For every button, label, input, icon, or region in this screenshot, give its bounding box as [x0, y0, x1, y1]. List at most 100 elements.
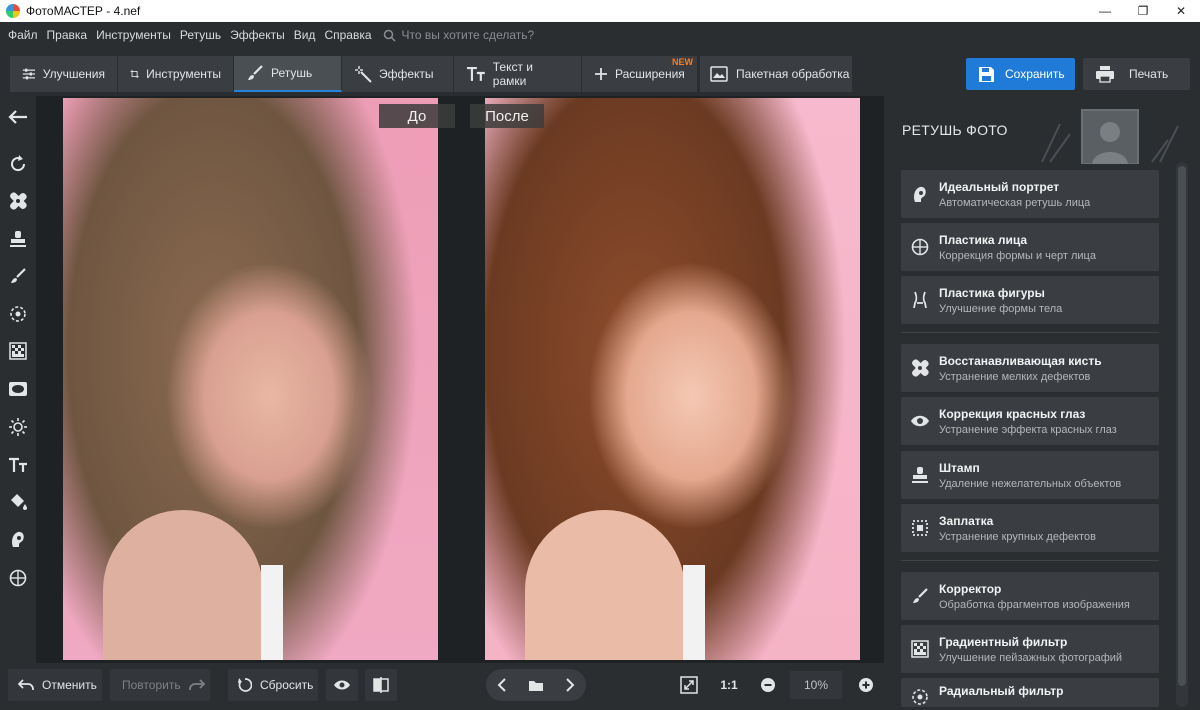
- stamp-icon: [907, 462, 933, 488]
- panel-decoration-icon: [1041, 109, 1179, 164]
- gradient-icon: [907, 636, 933, 662]
- maximize-button[interactable]: ❐: [1124, 0, 1162, 22]
- rotate-icon[interactable]: [6, 152, 30, 176]
- tool-name: Пластика лица: [939, 232, 1028, 247]
- reset-button[interactable]: Сбросить: [228, 669, 318, 701]
- chevron-right-icon[interactable]: [565, 678, 575, 692]
- healing-bandage-icon[interactable]: [6, 189, 30, 213]
- chevron-left-icon[interactable]: [497, 678, 507, 692]
- menu-retouch[interactable]: Ретушь: [180, 28, 221, 42]
- search-placeholder: Что вы хотите сделать?: [401, 28, 535, 42]
- redo-icon: [188, 679, 205, 690]
- fit-screen-icon: [680, 676, 698, 694]
- strap-shape: [261, 565, 283, 660]
- reset-label: Сбросить: [260, 678, 314, 692]
- vignette-icon[interactable]: [6, 377, 30, 401]
- tool-figure-plastic[interactable]: Пластика фигуры Улучшение формы тела: [901, 276, 1159, 324]
- new-badge: NEW: [672, 57, 693, 67]
- paint-bucket-icon[interactable]: [6, 490, 30, 514]
- tab-tools[interactable]: Инструменты: [118, 56, 234, 92]
- redo-label: Повторить: [122, 678, 181, 692]
- stamp-icon[interactable]: [6, 227, 30, 251]
- print-button[interactable]: Печать: [1083, 58, 1190, 90]
- photo-canvas[interactable]: До После: [36, 96, 884, 663]
- save-button[interactable]: Сохранить: [966, 58, 1075, 90]
- crop-icon: [130, 69, 139, 79]
- tab-extensions[interactable]: Расширения NEW: [582, 56, 698, 92]
- menu-effects[interactable]: Эффекты: [230, 28, 285, 42]
- brush-icon: [248, 65, 263, 80]
- tab-retouch[interactable]: Ретушь: [234, 56, 342, 92]
- undo-button[interactable]: Отменить: [8, 669, 102, 701]
- menu-help[interactable]: Справка: [324, 28, 371, 42]
- tool-desc: Коррекция формы и черт лица: [939, 249, 1096, 262]
- shoulder-shape: [525, 510, 685, 660]
- tool-desc: Устранение эффекта красных глаз: [939, 423, 1117, 436]
- zoom-out-button[interactable]: [758, 669, 778, 701]
- left-tool-strip: [0, 98, 36, 663]
- brush-icon[interactable]: [6, 264, 30, 288]
- zoom-value-field[interactable]: 10%: [790, 671, 842, 699]
- folder-icon[interactable]: [528, 679, 544, 692]
- menu-view[interactable]: Вид: [294, 28, 316, 42]
- panel-scrollbar[interactable]: [1176, 162, 1188, 707]
- actual-size-button[interactable]: 1:1: [716, 669, 742, 701]
- tool-desc: Удаление нежелательных объектов: [939, 477, 1122, 490]
- tab-label: Эффекты: [379, 67, 434, 81]
- sun-icon[interactable]: [6, 415, 30, 439]
- eye-icon: [907, 408, 933, 434]
- gradient-filter-icon[interactable]: [6, 339, 30, 363]
- scrollbar-thumb[interactable]: [1178, 166, 1186, 686]
- tool-face-plastic[interactable]: Пластика лица Коррекция формы и черт лица: [901, 223, 1159, 271]
- tool-red-eye[interactable]: Коррекция красных глаз Устранение эффекта…: [901, 397, 1159, 445]
- tool-desc: Обработка фрагментов изображения: [939, 598, 1130, 611]
- tool-patch[interactable]: Заплатка Устранение крупных дефектов: [901, 504, 1159, 552]
- tool-name: Заплатка: [939, 513, 994, 528]
- tool-name: Восстанавливающая кисть: [939, 353, 1102, 368]
- tab-label: Расширения: [615, 67, 685, 81]
- eye-icon: [334, 680, 350, 690]
- preview-toggle-button[interactable]: [326, 669, 358, 701]
- text-icon[interactable]: [6, 453, 30, 477]
- tool-name: Идеальный портрет: [939, 179, 1060, 194]
- tool-name: Корректор: [939, 581, 1002, 596]
- batch-processing-button[interactable]: Пакетная обработка: [700, 56, 852, 92]
- after-label: После: [470, 104, 544, 128]
- menu-search-field[interactable]: Что вы хотите сделать?: [383, 28, 535, 42]
- sliders-icon: [22, 68, 36, 80]
- compare-toggle-button[interactable]: [365, 669, 397, 701]
- portrait-icon[interactable]: [6, 527, 30, 551]
- patch-icon: [907, 515, 933, 541]
- menu-tools[interactable]: Инструменты: [96, 28, 171, 42]
- tab-text-frames[interactable]: Текст и рамки: [454, 56, 582, 92]
- tool-desc: Автоматическая ретушь лица: [939, 196, 1091, 209]
- tool-name: Коррекция красных глаз: [939, 406, 1086, 421]
- minimize-button[interactable]: —: [1086, 0, 1124, 22]
- tool-stamp[interactable]: Штамп Удаление нежелательных объектов: [901, 451, 1159, 499]
- tab-enhancements[interactable]: Улучшения: [10, 56, 118, 92]
- tool-gradient-filter[interactable]: Градиентный фильтр Улучшение пейзажных фо…: [901, 625, 1159, 673]
- tab-label: Ретушь: [271, 66, 313, 80]
- window-controls: — ❐ ✕: [1086, 0, 1200, 22]
- menu-edit[interactable]: Правка: [47, 28, 88, 42]
- close-button[interactable]: ✕: [1162, 0, 1200, 22]
- redo-button[interactable]: Повторить: [110, 669, 210, 701]
- minus-circle-icon: [761, 678, 775, 692]
- tab-effects[interactable]: Эффекты: [342, 56, 454, 92]
- brush-icon: [907, 583, 933, 609]
- tool-perfect-portrait[interactable]: Идеальный портрет Автоматическая ретушь л…: [901, 170, 1159, 218]
- back-arrow-icon[interactable]: [6, 105, 30, 129]
- batch-label: Пакетная обработка: [736, 67, 850, 81]
- bandage-icon: [907, 355, 933, 381]
- face-target-icon[interactable]: [6, 566, 30, 590]
- tool-radial-filter[interactable]: Радиальный фильтр: [901, 678, 1159, 707]
- tool-healing-brush[interactable]: Восстанавливающая кисть Устранение мелких…: [901, 344, 1159, 392]
- strap-shape: [683, 565, 705, 660]
- tool-corrector[interactable]: Корректор Обработка фрагментов изображени…: [901, 572, 1159, 620]
- fit-to-screen-button[interactable]: [674, 669, 704, 701]
- tool-name: Радиальный фильтр: [939, 684, 1064, 698]
- zoom-in-button[interactable]: [856, 669, 876, 701]
- menu-file[interactable]: Файл: [8, 28, 38, 42]
- search-icon: [383, 29, 396, 42]
- radial-target-icon[interactable]: [6, 302, 30, 326]
